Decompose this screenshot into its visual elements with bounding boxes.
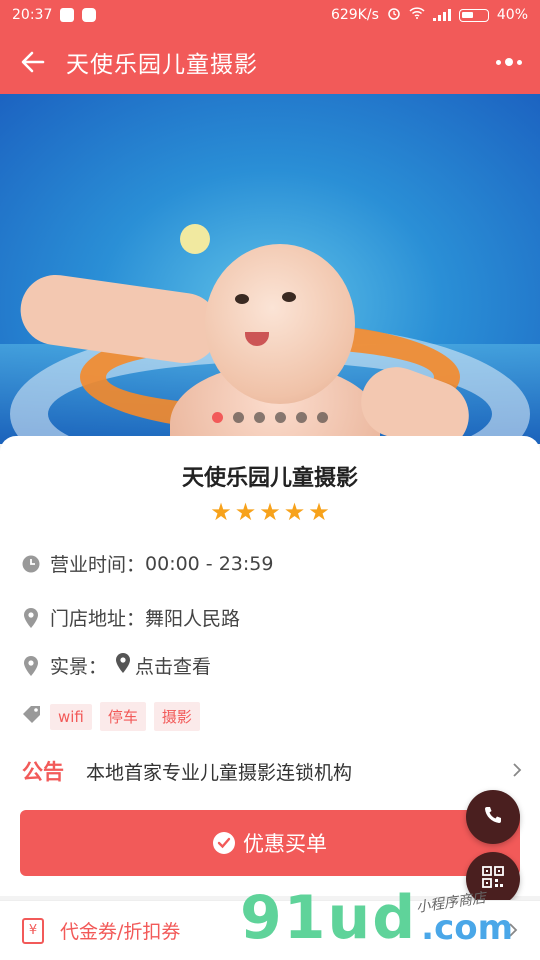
carousel-dot[interactable]: [275, 412, 286, 423]
map-pin-icon: [115, 653, 131, 678]
location-pin-icon: [22, 655, 40, 676]
more-dots-icon[interactable]: [496, 58, 522, 66]
status-time: 20:37: [12, 7, 53, 23]
hours-value: 00:00 - 23:59: [145, 552, 274, 575]
site-watermark: 91ud .com 小程序商店: [240, 888, 513, 948]
tag-list: wifi 停车 摄影: [22, 702, 200, 731]
discount-pay-button[interactable]: 优惠买单: [20, 810, 520, 876]
wifi-icon: [409, 7, 425, 23]
carousel-indicator: [0, 412, 540, 423]
hero-carousel-image[interactable]: [0, 94, 540, 444]
shop-info-card: 天使乐园儿童摄影 ★ ★ ★ ★ ★ 营业时间： 00:00 - 23:59 门…: [0, 436, 540, 896]
network-speed: 629K/s: [330, 7, 379, 23]
view-link[interactable]: 点击查看: [115, 652, 211, 679]
alarm-icon: [387, 6, 401, 24]
tag-icon: [22, 705, 42, 728]
ball-graphic: [180, 224, 210, 254]
star-icon: ★: [283, 498, 306, 526]
watermark-main: 91ud: [240, 883, 418, 953]
address-row[interactable]: 门店地址： 舞阳人民路: [22, 604, 240, 631]
carousel-dot[interactable]: [317, 412, 328, 423]
star-icon: ★: [234, 498, 257, 526]
carousel-dot[interactable]: [233, 412, 244, 423]
status-bar: 20:37 629K/s 40%: [0, 0, 540, 30]
business-hours-row: 营业时间： 00:00 - 23:59: [22, 550, 273, 577]
phone-call-button[interactable]: [466, 790, 520, 844]
baby-photo: [205, 244, 355, 404]
notice-text: 本地首家专业儿童摄影连锁机构: [86, 761, 353, 784]
rating-stars: ★ ★ ★ ★ ★: [0, 500, 540, 524]
tag-photography: 摄影: [153, 702, 200, 731]
live-view-row: 实景： 点击查看: [22, 652, 211, 679]
notice-label: 公告: [22, 760, 64, 784]
address-label: 门店地址：: [50, 608, 146, 630]
check-badge-icon: [213, 832, 235, 854]
phone-icon: [483, 805, 503, 829]
discount-pay-label: 优惠买单: [243, 832, 327, 856]
tag-wifi: wifi: [50, 703, 92, 730]
page-title: 天使乐园儿童摄影: [66, 52, 258, 78]
nav-bar: 天使乐园儿童摄影: [0, 30, 540, 94]
carousel-dot[interactable]: [296, 412, 307, 423]
chevron-right-icon: [512, 759, 522, 783]
view-label: 实景：: [50, 656, 108, 678]
coupon-ticket-icon: ¥: [22, 917, 44, 944]
carousel-dot-active[interactable]: [212, 412, 223, 423]
signal-icon: [432, 9, 451, 21]
address-value: 舞阳人民路: [145, 608, 241, 630]
notice-row[interactable]: 公告 本地首家专业儿童摄影连锁机构: [22, 756, 522, 786]
wechat-icon: [82, 8, 97, 22]
shield-app-icon: [60, 8, 75, 22]
star-icon: ★: [210, 498, 232, 526]
battery-percent: 40%: [496, 7, 528, 23]
shop-name: 天使乐园儿童摄影: [181, 466, 358, 491]
battery-icon: [458, 8, 489, 22]
hours-label: 营业时间：: [50, 554, 146, 576]
carousel-dot[interactable]: [254, 412, 265, 423]
clock-icon: [22, 555, 40, 573]
location-pin-icon: [22, 607, 40, 628]
tag-parking: 停车: [99, 702, 146, 731]
view-link-text: 点击查看: [135, 656, 212, 678]
star-icon: ★: [259, 498, 281, 526]
back-arrow-icon[interactable]: [18, 47, 48, 77]
star-icon: ★: [308, 498, 330, 526]
coupon-label: 代金券/折扣券: [60, 921, 181, 943]
